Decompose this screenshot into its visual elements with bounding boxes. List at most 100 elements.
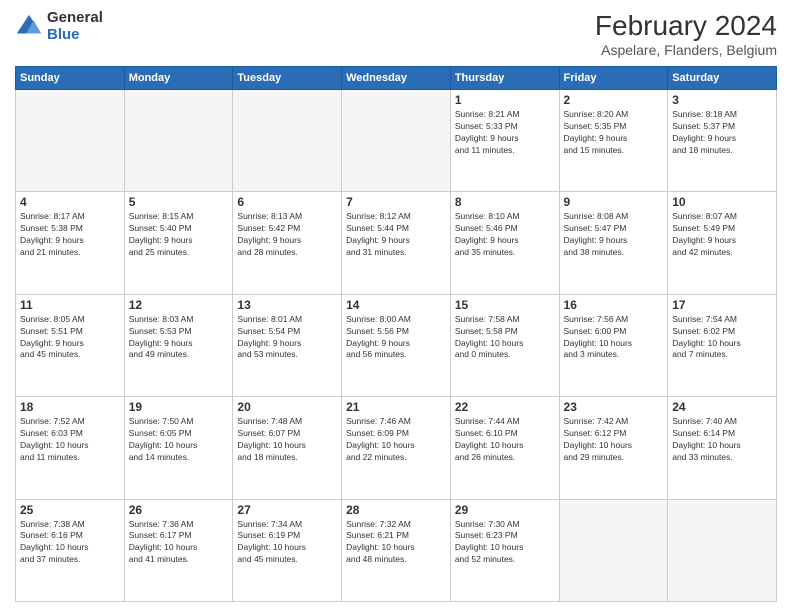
calendar-cell: 17 Sunrise: 7:54 AMSunset: 6:02 PMDayligh… (668, 294, 777, 396)
day-info: Sunrise: 8:13 AMSunset: 5:42 PMDaylight:… (237, 211, 337, 259)
day-number: 2 (564, 93, 664, 107)
week-row-4: 18Sunrise: 7:52 AMSunset: 6:03 PMDayligh… (16, 397, 777, 499)
calendar-cell: 23 Sunrise: 7:42 AMSunset: 6:12 PMDayligh… (559, 397, 668, 499)
col-thursday: Thursday (450, 67, 559, 90)
week-row-1: 1Sunrise: 8:21 AMSunset: 5:33 PMDaylight… (16, 90, 777, 192)
col-tuesday: Tuesday (233, 67, 342, 90)
day-info: Sunrise: 8:20 AMSunset: 5:35 PMDaylight:… (564, 109, 664, 157)
calendar-cell: 15Sunrise: 7:58 AMSunset: 5:58 PMDayligh… (450, 294, 559, 396)
calendar-cell: 3 Sunrise: 8:18 AMSunset: 5:37 PMDaylight… (668, 90, 777, 192)
col-wednesday: Wednesday (342, 67, 451, 90)
day-info: Sunrise: 7:56 AMSunset: 6:00 PMDaylight:… (564, 314, 664, 362)
day-number: 22 (455, 400, 555, 414)
day-info: Sunrise: 7:48 AMSunset: 6:07 PMDaylight:… (237, 416, 337, 464)
calendar-cell: 24Sunrise: 7:40 AMSunset: 6:14 PMDayligh… (668, 397, 777, 499)
day-info: Sunrise: 8:03 AMSunset: 5:53 PMDaylight:… (129, 314, 229, 362)
day-info: Sunrise: 7:54 AMSunset: 6:02 PMDaylight:… (672, 314, 772, 362)
col-saturday: Saturday (668, 67, 777, 90)
day-info: Sunrise: 8:00 AMSunset: 5:56 PMDaylight:… (346, 314, 446, 362)
day-info: Sunrise: 8:05 AMSunset: 5:51 PMDaylight:… (20, 314, 120, 362)
calendar-subtitle: Aspelare, Flanders, Belgium (595, 42, 777, 58)
calendar-cell: 10Sunrise: 8:07 AMSunset: 5:49 PMDayligh… (668, 192, 777, 294)
day-info: Sunrise: 8:01 AMSunset: 5:54 PMDaylight:… (237, 314, 337, 362)
day-info: Sunrise: 7:32 AMSunset: 6:21 PMDaylight:… (346, 519, 446, 567)
title-block: February 2024 Aspelare, Flanders, Belgiu… (595, 10, 777, 58)
day-info: Sunrise: 7:38 AMSunset: 6:16 PMDaylight:… (20, 519, 120, 567)
day-number: 20 (237, 400, 337, 414)
col-sunday: Sunday (16, 67, 125, 90)
day-number: 17 (672, 298, 772, 312)
day-info: Sunrise: 7:44 AMSunset: 6:10 PMDaylight:… (455, 416, 555, 464)
calendar-cell: 19 Sunrise: 7:50 AMSunset: 6:05 PMDayligh… (124, 397, 233, 499)
day-info: Sunrise: 7:34 AMSunset: 6:19 PMDaylight:… (237, 519, 337, 567)
day-info: Sunrise: 7:46 AMSunset: 6:09 PMDaylight:… (346, 416, 446, 464)
calendar-cell (124, 90, 233, 192)
calendar-cell: 9 Sunrise: 8:08 AMSunset: 5:47 PMDaylight… (559, 192, 668, 294)
page: General Blue February 2024 Aspelare, Fla… (0, 0, 792, 612)
calendar-cell (559, 499, 668, 601)
calendar-cell: 13Sunrise: 8:01 AMSunset: 5:54 PMDayligh… (233, 294, 342, 396)
calendar-title: February 2024 (595, 10, 777, 42)
calendar-cell: 2 Sunrise: 8:20 AMSunset: 5:35 PMDaylight… (559, 90, 668, 192)
day-number: 26 (129, 503, 229, 517)
calendar-header-row: Sunday Monday Tuesday Wednesday Thursday… (16, 67, 777, 90)
logo: General Blue (15, 10, 103, 43)
calendar-cell: 20 Sunrise: 7:48 AMSunset: 6:07 PMDayligh… (233, 397, 342, 499)
day-info: Sunrise: 8:08 AMSunset: 5:47 PMDaylight:… (564, 211, 664, 259)
day-number: 27 (237, 503, 337, 517)
calendar-cell: 26 Sunrise: 7:36 AMSunset: 6:17 PMDayligh… (124, 499, 233, 601)
day-info: Sunrise: 8:10 AMSunset: 5:46 PMDaylight:… (455, 211, 555, 259)
col-friday: Friday (559, 67, 668, 90)
day-number: 8 (455, 195, 555, 209)
calendar-cell: 7Sunrise: 8:12 AMSunset: 5:44 PMDaylight… (342, 192, 451, 294)
calendar-cell: 14Sunrise: 8:00 AMSunset: 5:56 PMDayligh… (342, 294, 451, 396)
header: General Blue February 2024 Aspelare, Fla… (15, 10, 777, 58)
calendar-cell: 16 Sunrise: 7:56 AMSunset: 6:00 PMDayligh… (559, 294, 668, 396)
col-monday: Monday (124, 67, 233, 90)
day-number: 29 (455, 503, 555, 517)
week-row-3: 11 Sunrise: 8:05 AMSunset: 5:51 PMDayligh… (16, 294, 777, 396)
calendar-cell: 21 Sunrise: 7:46 AMSunset: 6:09 PMDayligh… (342, 397, 451, 499)
day-number: 24 (672, 400, 772, 414)
day-info: Sunrise: 7:36 AMSunset: 6:17 PMDaylight:… (129, 519, 229, 567)
day-number: 1 (455, 93, 555, 107)
logo-text: General Blue (47, 10, 103, 43)
logo-blue: Blue (47, 27, 103, 44)
calendar-cell: 5Sunrise: 8:15 AMSunset: 5:40 PMDaylight… (124, 192, 233, 294)
calendar-cell: 8 Sunrise: 8:10 AMSunset: 5:46 PMDaylight… (450, 192, 559, 294)
logo-general: General (47, 10, 103, 27)
day-number: 7 (346, 195, 446, 209)
day-info: Sunrise: 8:18 AMSunset: 5:37 PMDaylight:… (672, 109, 772, 157)
day-number: 3 (672, 93, 772, 107)
calendar-cell: 6Sunrise: 8:13 AMSunset: 5:42 PMDaylight… (233, 192, 342, 294)
day-info: Sunrise: 8:17 AMSunset: 5:38 PMDaylight:… (20, 211, 120, 259)
day-number: 4 (20, 195, 120, 209)
day-number: 11 (20, 298, 120, 312)
day-number: 25 (20, 503, 120, 517)
day-number: 21 (346, 400, 446, 414)
day-number: 19 (129, 400, 229, 414)
day-info: Sunrise: 7:50 AMSunset: 6:05 PMDaylight:… (129, 416, 229, 464)
calendar-cell: 4 Sunrise: 8:17 AMSunset: 5:38 PMDaylight… (16, 192, 125, 294)
calendar-cell (342, 90, 451, 192)
calendar-cell: 25 Sunrise: 7:38 AMSunset: 6:16 PMDayligh… (16, 499, 125, 601)
day-number: 16 (564, 298, 664, 312)
calendar-cell (233, 90, 342, 192)
day-number: 23 (564, 400, 664, 414)
day-info: Sunrise: 7:52 AMSunset: 6:03 PMDaylight:… (20, 416, 120, 464)
day-number: 9 (564, 195, 664, 209)
day-info: Sunrise: 8:07 AMSunset: 5:49 PMDaylight:… (672, 211, 772, 259)
calendar-cell: 1Sunrise: 8:21 AMSunset: 5:33 PMDaylight… (450, 90, 559, 192)
calendar-cell (668, 499, 777, 601)
calendar-cell: 12Sunrise: 8:03 AMSunset: 5:53 PMDayligh… (124, 294, 233, 396)
day-number: 15 (455, 298, 555, 312)
calendar-cell: 11 Sunrise: 8:05 AMSunset: 5:51 PMDayligh… (16, 294, 125, 396)
logo-icon (15, 13, 43, 41)
calendar-table: Sunday Monday Tuesday Wednesday Thursday… (15, 66, 777, 602)
calendar-cell: 28Sunrise: 7:32 AMSunset: 6:21 PMDayligh… (342, 499, 451, 601)
calendar-cell: 22 Sunrise: 7:44 AMSunset: 6:10 PMDayligh… (450, 397, 559, 499)
calendar-cell (16, 90, 125, 192)
calendar-cell: 18Sunrise: 7:52 AMSunset: 6:03 PMDayligh… (16, 397, 125, 499)
day-info: Sunrise: 7:42 AMSunset: 6:12 PMDaylight:… (564, 416, 664, 464)
calendar-cell: 29Sunrise: 7:30 AMSunset: 6:23 PMDayligh… (450, 499, 559, 601)
